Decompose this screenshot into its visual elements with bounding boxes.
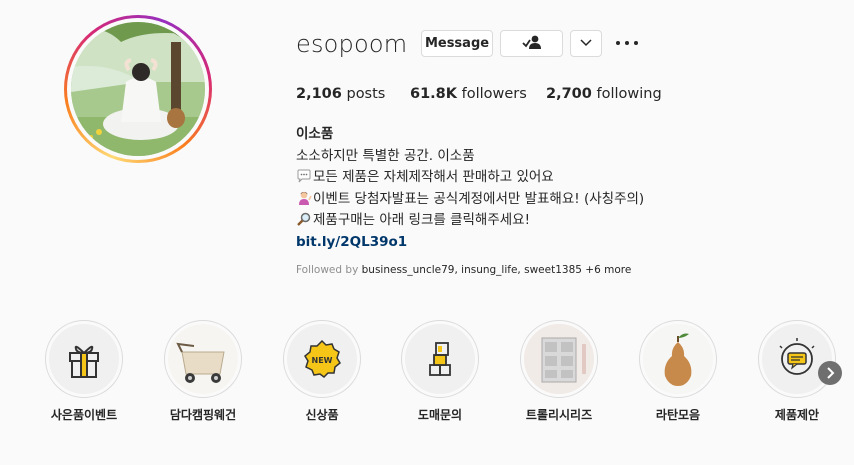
bio-line-1: 소소하지만 특별한 공간. 이소품 bbox=[296, 147, 475, 164]
highlight-label: 사은품이벤트 bbox=[50, 408, 118, 422]
following-stat[interactable]: 2,700 following bbox=[546, 86, 662, 102]
message-button[interactable]: Message bbox=[421, 30, 493, 57]
highlight-item[interactable]: 담다캠핑웨건 bbox=[163, 320, 243, 423]
highlight-label: 신상품 bbox=[305, 408, 339, 422]
person-gesturing-icon bbox=[296, 191, 312, 205]
chevron-down-icon bbox=[580, 36, 592, 51]
bio-line-3-row: 이벤트 당첨자발표는 공식계정에서만 발표해요! (사칭주의) bbox=[296, 189, 644, 211]
profile-username: esopoom bbox=[296, 30, 408, 58]
avatar-photo bbox=[71, 22, 205, 156]
bio-line-4: 제품구매는 아래 링크를 클릭해주세요! bbox=[313, 212, 531, 228]
highlight-item[interactable]: 트롤리시리즈 bbox=[519, 320, 599, 423]
followed-by-prefix: Followed by bbox=[296, 264, 359, 276]
followed-by[interactable]: Followed by business_uncle79, insung_lif… bbox=[296, 264, 631, 276]
followers-label: followers bbox=[461, 86, 527, 102]
chevron-right-icon[interactable] bbox=[818, 361, 842, 385]
highlight-item[interactable]: 라탄모음 bbox=[638, 320, 718, 423]
highlight-item[interactable]: 사은품이벤트 bbox=[44, 320, 124, 423]
posts-stat: 2,106 posts bbox=[296, 86, 385, 102]
profile-avatar[interactable] bbox=[64, 15, 212, 163]
wagon-icon bbox=[168, 324, 238, 394]
bio-line-3: 이벤트 당첨자발표는 공식계정에서만 발표해요! (사칭주의) bbox=[313, 190, 645, 207]
profile-page: esopoom Message 2,106 posts 61.8K follow… bbox=[0, 0, 854, 465]
bio-line-2-row: 모든 제품은 자체제작해서 판매하고 있어요 bbox=[296, 167, 644, 189]
bio-line-2: 모든 제품은 자체제작해서 판매하고 있어요 bbox=[313, 169, 554, 185]
highlight-item[interactable]: 도매문의 bbox=[400, 320, 480, 423]
boxes-icon bbox=[429, 342, 451, 376]
posts-count: 2,106 bbox=[296, 86, 342, 102]
highlight-label: 도매문의 bbox=[417, 408, 463, 422]
rattan-pear-icon bbox=[643, 324, 713, 394]
suggestion-icon bbox=[779, 338, 815, 375]
following-label: following bbox=[596, 86, 662, 102]
profile-bio: 이소품 소소하지만 특별한 공간. 이소품 모든 제품은 자체제작해서 판매하고… bbox=[296, 124, 644, 253]
highlight-label: 제품제안 bbox=[774, 408, 820, 422]
posts-label: posts bbox=[346, 86, 386, 102]
highlight-label: 라탄모음 bbox=[655, 408, 701, 422]
bio-link[interactable]: bit.ly/2QL39o1 bbox=[296, 232, 644, 254]
gift-icon bbox=[69, 345, 99, 378]
profile-full-name: 이소품 bbox=[296, 126, 334, 142]
followed-by-more[interactable]: +6 more bbox=[585, 264, 631, 276]
followed-by-user-1[interactable]: business_uncle79 bbox=[362, 264, 455, 276]
more-options-icon[interactable] bbox=[616, 35, 638, 51]
trolley-icon bbox=[524, 324, 594, 394]
following-button[interactable] bbox=[500, 30, 563, 57]
highlight-label: 트롤리시리즈 bbox=[525, 408, 593, 422]
magnifier-icon bbox=[296, 212, 312, 226]
highlight-label: 담다캠핑웨건 bbox=[169, 408, 237, 422]
followers-count: 61.8K bbox=[410, 86, 458, 102]
svg-text:NEW: NEW bbox=[312, 356, 333, 365]
person-check-icon bbox=[521, 35, 542, 53]
new-badge-icon: NEW bbox=[304, 339, 341, 378]
followers-stat[interactable]: 61.8K followers bbox=[410, 86, 527, 102]
followed-by-user-3[interactable]: sweet1385 bbox=[524, 264, 582, 276]
followed-by-user-2[interactable]: insung_life bbox=[461, 264, 517, 276]
highlight-item[interactable]: NEW 신상품 bbox=[282, 320, 362, 423]
following-count: 2,700 bbox=[546, 86, 592, 102]
bio-line-4-row: 제품구매는 아래 링크를 클릭해주세요! bbox=[296, 210, 644, 232]
suggested-dropdown-button[interactable] bbox=[570, 30, 602, 57]
speech-bubble-icon bbox=[296, 169, 312, 183]
